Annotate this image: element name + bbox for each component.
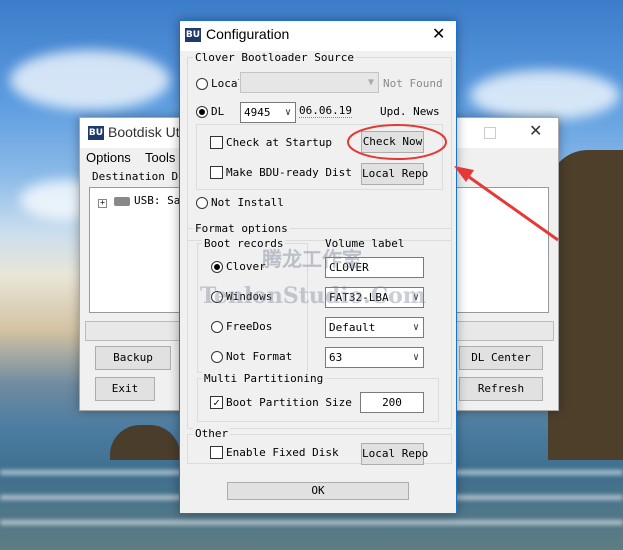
check-now-button[interactable]: Check Now: [361, 131, 424, 153]
not-format-label: Not Format: [226, 350, 293, 363]
dl-date: 06.06.19: [299, 104, 352, 118]
check-at-startup-label: Check at Startup: [226, 136, 332, 149]
dl-radio[interactable]: [196, 106, 208, 118]
enable-fixed-disk-label: Enable Fixed Disk: [226, 446, 339, 459]
watermark-cn: 腾龙工作室: [262, 247, 362, 271]
check-at-startup-checkbox[interactable]: [210, 136, 223, 149]
watermark-en: TenlonStudio.Com: [200, 283, 427, 309]
chevron-down-icon: ∨: [284, 107, 291, 118]
refresh-button[interactable]: Refresh: [459, 377, 543, 401]
usb-drive-icon: [114, 197, 130, 206]
alignment-select[interactable]: Default ∨: [325, 317, 424, 338]
chevron-down-icon: ▼: [367, 77, 374, 88]
make-bdu-checkbox[interactable]: [210, 166, 223, 179]
local-repo-button[interactable]: Local Repo: [361, 163, 428, 185]
clover-radio[interactable]: [211, 261, 223, 273]
multi-partitioning-title: Multi Partitioning: [202, 372, 326, 385]
backup-button[interactable]: Backup: [95, 346, 171, 370]
enable-fixed-disk-checkbox[interactable]: [210, 446, 223, 459]
menu-tools[interactable]: Tools: [145, 150, 175, 165]
alignment-value: Default: [329, 321, 376, 334]
upd-news-link[interactable]: Upd. News: [380, 105, 440, 118]
not-install-label: Not Install: [211, 196, 284, 209]
local-radio[interactable]: [196, 78, 208, 90]
configuration-titlebar: BU Configuration ✕: [180, 21, 456, 51]
destination-label: Destination Dis: [92, 170, 192, 183]
freedos-label: FreeDos: [226, 320, 273, 333]
bdu-app-icon: BU: [88, 126, 104, 140]
exit-button[interactable]: Exit: [95, 377, 155, 401]
local-label: Local: [211, 77, 239, 90]
ok-button[interactable]: OK: [227, 482, 409, 500]
dl-center-button[interactable]: DL Center: [459, 346, 543, 370]
other-group-title: Other: [193, 427, 231, 440]
make-bdu-label: Make BDU-ready Dist: [226, 166, 352, 179]
menu-options[interactable]: Options: [86, 150, 131, 165]
not-install-radio[interactable]: [196, 197, 208, 209]
dl-version-select[interactable]: 4945 ∨: [240, 102, 296, 123]
clover-label: Clover: [226, 260, 266, 273]
bootdisk-title: Bootdisk Uti: [108, 124, 183, 140]
maximize-icon[interactable]: [484, 127, 496, 139]
boot-partition-checkbox[interactable]: ✓: [210, 396, 223, 409]
dl-version-value: 4945: [244, 106, 271, 119]
close-icon[interactable]: ✕: [529, 121, 542, 140]
dialog-title: Configuration: [206, 26, 290, 42]
not-format-radio[interactable]: [211, 351, 223, 363]
source-group-title: Clover Bootloader Source: [193, 51, 356, 64]
other-local-repo-button[interactable]: Local Repo: [361, 443, 428, 465]
dl-label: DL: [211, 105, 225, 118]
not-found-status: Not Found: [383, 77, 443, 90]
size-value: 63: [329, 351, 343, 364]
size-select[interactable]: 63 ∨: [325, 347, 424, 368]
bdu-app-icon: BU: [185, 28, 201, 42]
sea-rock: [110, 425, 180, 460]
boot-partition-label: Boot Partition Size (M: [226, 396, 356, 409]
expand-icon[interactable]: +: [98, 199, 107, 208]
chevron-down-icon: ∨: [412, 352, 419, 363]
format-group-title: Format options: [193, 222, 290, 235]
close-icon[interactable]: ✕: [432, 24, 445, 43]
freedos-radio[interactable]: [211, 321, 223, 333]
configuration-dialog: BU Configuration ✕ Clover Bootloader Sou…: [179, 20, 457, 514]
boot-partition-size-input[interactable]: 200: [360, 392, 424, 413]
local-source-select: ▼: [240, 72, 379, 93]
chevron-down-icon: ∨: [412, 322, 419, 333]
sea-arch-rock: [548, 150, 623, 460]
